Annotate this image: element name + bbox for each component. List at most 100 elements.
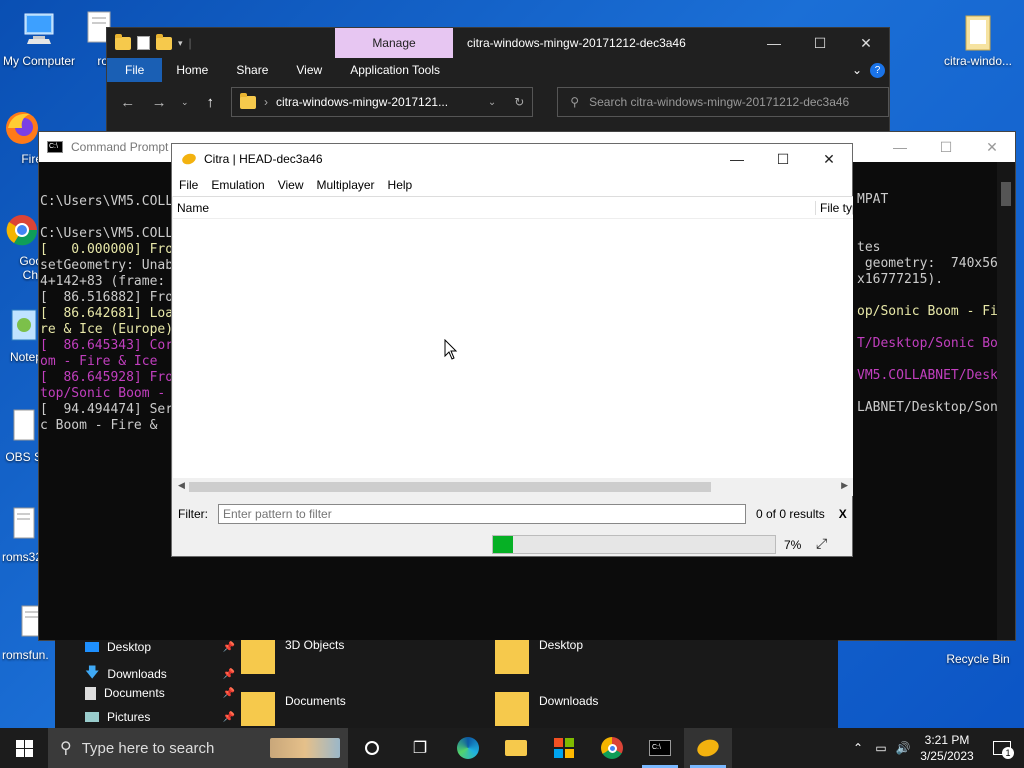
new-folder-icon[interactable]: [156, 33, 172, 50]
ribbon-tab-share[interactable]: Share: [222, 63, 282, 77]
cmd-scrollbar-thumb[interactable]: [1001, 182, 1011, 206]
explorer-titlebar: ▾ | Manage citra-windows-mingw-20171212-…: [107, 28, 889, 58]
nav-item-pictures[interactable]: Pictures 📌: [85, 710, 235, 724]
taskbar-search-placeholder: Type here to search: [81, 739, 215, 757]
console-line: LABNET/Desktop/Son: [857, 400, 998, 415]
qat-dropdown-icon[interactable]: ▾: [178, 38, 183, 49]
hscrollbar-thumb[interactable]: [189, 482, 711, 492]
download-arrow-icon: 🡇: [85, 664, 100, 680]
explorer-window: ▾ | Manage citra-windows-mingw-20171212-…: [106, 27, 890, 137]
folder-icon: [958, 10, 998, 51]
console-line: VM5.COLLABNET/Desk: [857, 368, 998, 383]
up-icon[interactable]: ↑: [200, 94, 221, 111]
close-icon[interactable]: ✕: [843, 28, 889, 58]
volume-icon[interactable]: 🔊: [892, 741, 914, 755]
menu-emulation[interactable]: Emulation: [205, 178, 270, 192]
back-icon[interactable]: ←: [117, 94, 138, 111]
nav-item-desktop[interactable]: Desktop 📌: [85, 640, 235, 654]
desktop-icon-notepad[interactable]: Notep: [2, 306, 42, 364]
game-list-hscrollbar[interactable]: ◀ ▶: [173, 478, 853, 496]
desktop-icon-roms32[interactable]: roms32: [2, 506, 42, 564]
citra-window: Citra | HEAD-dec3a46 — ☐ ✕ File Emulatio…: [171, 143, 853, 557]
edge-icon: [457, 737, 479, 759]
nav-item-downloads[interactable]: 🡇 Downloads 📌: [85, 662, 235, 686]
desktop-icon-obs[interactable]: OBS S: [2, 406, 42, 464]
address-dropdown-icon[interactable]: ⌄: [488, 97, 496, 108]
nav-item-documents[interactable]: Documents 📌: [85, 686, 235, 700]
address-bar[interactable]: › citra-windows-mingw-2017121... ⌄ ↻: [231, 87, 534, 117]
scroll-right-icon[interactable]: ▶: [841, 480, 848, 491]
show-hidden-icons-icon[interactable]: ⌃: [846, 741, 870, 755]
explorer-search-placeholder: Search citra-windows-mingw-20171212-dec3…: [589, 95, 850, 109]
start-button[interactable]: [0, 728, 48, 768]
desktop-icon-label: Recycle Bin: [946, 652, 1010, 666]
manage-tab[interactable]: Manage: [335, 28, 453, 58]
filter-input[interactable]: [218, 504, 746, 524]
help-icon[interactable]: ?: [870, 62, 885, 78]
taskbar: ⚲ Type here to search ❐ C:\ ⌃ ▭ 🔊 3:21 P…: [0, 728, 1024, 768]
desktop-icon-label: OBS S: [5, 450, 42, 464]
minimize-icon[interactable]: —: [877, 132, 923, 162]
game-list[interactable]: Name File typ: [173, 196, 853, 496]
desktop-icon-firefox[interactable]: Fire: [2, 108, 42, 166]
taskbar-app-edge[interactable]: [444, 728, 492, 768]
close-icon[interactable]: ✕: [806, 144, 852, 174]
minimize-icon[interactable]: —: [714, 144, 760, 174]
citra-logo-icon: [180, 151, 198, 167]
desktop-icon-chrome[interactable]: Goo Chr: [2, 210, 42, 282]
taskbar-app-chrome[interactable]: [588, 728, 636, 768]
scroll-left-icon[interactable]: ◀: [178, 480, 185, 491]
expand-ribbon-icon[interactable]: ⌄: [844, 63, 870, 77]
menu-multiplayer[interactable]: Multiplayer: [311, 178, 381, 192]
ribbon-tab-application-tools[interactable]: Application Tools: [336, 63, 454, 77]
ribbon-tab-view[interactable]: View: [282, 63, 336, 77]
taskbar-search-box[interactable]: ⚲ Type here to search: [48, 728, 348, 768]
fullscreen-toggle-icon[interactable]: ⤢: [816, 535, 836, 553]
taskbar-app-store[interactable]: [540, 728, 588, 768]
notifications-icon[interactable]: 1: [980, 741, 1024, 759]
menu-view[interactable]: View: [272, 178, 310, 192]
taskbar-app-citra[interactable]: [684, 728, 732, 768]
minimize-icon[interactable]: —: [751, 28, 797, 58]
checklist-icon[interactable]: [137, 36, 150, 50]
network-icon[interactable]: ▭: [870, 741, 892, 755]
folder-icon: [495, 692, 529, 726]
folder-icon: [241, 692, 275, 726]
documents-icon: [85, 686, 96, 700]
results-count: 0 of 0 results: [756, 507, 825, 521]
maximize-icon[interactable]: ☐: [760, 144, 806, 174]
column-header-file-type[interactable]: File typ: [815, 200, 853, 215]
explorer-content-area: Desktop 📌 🡇 Downloads 📌 Documents 📌 Pict…: [55, 638, 838, 730]
menu-file[interactable]: File: [173, 178, 204, 192]
pin-icon: 📌: [222, 711, 235, 723]
clear-filter-button[interactable]: X: [839, 507, 847, 521]
column-header-name[interactable]: Name: [177, 201, 209, 215]
ribbon-tab-home[interactable]: Home: [162, 63, 222, 77]
console-line: x16777215).: [857, 272, 944, 287]
mouse-cursor-icon: [444, 339, 458, 360]
ribbon-tab-file[interactable]: File: [107, 58, 163, 82]
folder-icon: [241, 640, 275, 674]
clock[interactable]: 3:21 PM 3/25/2023: [914, 732, 980, 764]
explorer-search-box[interactable]: ⚲ Search citra-windows-mingw-20171212-de…: [557, 87, 890, 117]
taskbar-app-cmd[interactable]: C:\: [636, 728, 684, 768]
ribbon-tabs: File Home Share View Application Tools ⌄…: [107, 58, 889, 82]
recent-locations-icon[interactable]: ⌄: [180, 97, 190, 108]
desktop-icon-citra-folder[interactable]: citra-windo...: [938, 10, 1018, 68]
maximize-icon[interactable]: ☐: [797, 28, 843, 58]
close-icon[interactable]: ✕: [969, 132, 1015, 162]
menu-help[interactable]: Help: [382, 178, 419, 192]
cmd-scrollbar[interactable]: [997, 162, 1015, 640]
maximize-icon[interactable]: ☐: [923, 132, 969, 162]
desktop-icon-my-computer[interactable]: My Computer: [2, 10, 76, 68]
task-view-icon: ❐: [412, 740, 428, 757]
forward-icon[interactable]: →: [148, 94, 169, 111]
explorer-window-controls: — ☐ ✕: [751, 28, 889, 58]
task-view-button[interactable]: ❐: [396, 728, 444, 768]
cortana-button[interactable]: [348, 728, 396, 768]
breadcrumb-chevron-icon: ›: [264, 95, 268, 109]
desktop-icon-label: roms32: [2, 550, 42, 564]
refresh-icon[interactable]: ↻: [514, 95, 524, 109]
taskbar-app-file-explorer[interactable]: [492, 728, 540, 768]
